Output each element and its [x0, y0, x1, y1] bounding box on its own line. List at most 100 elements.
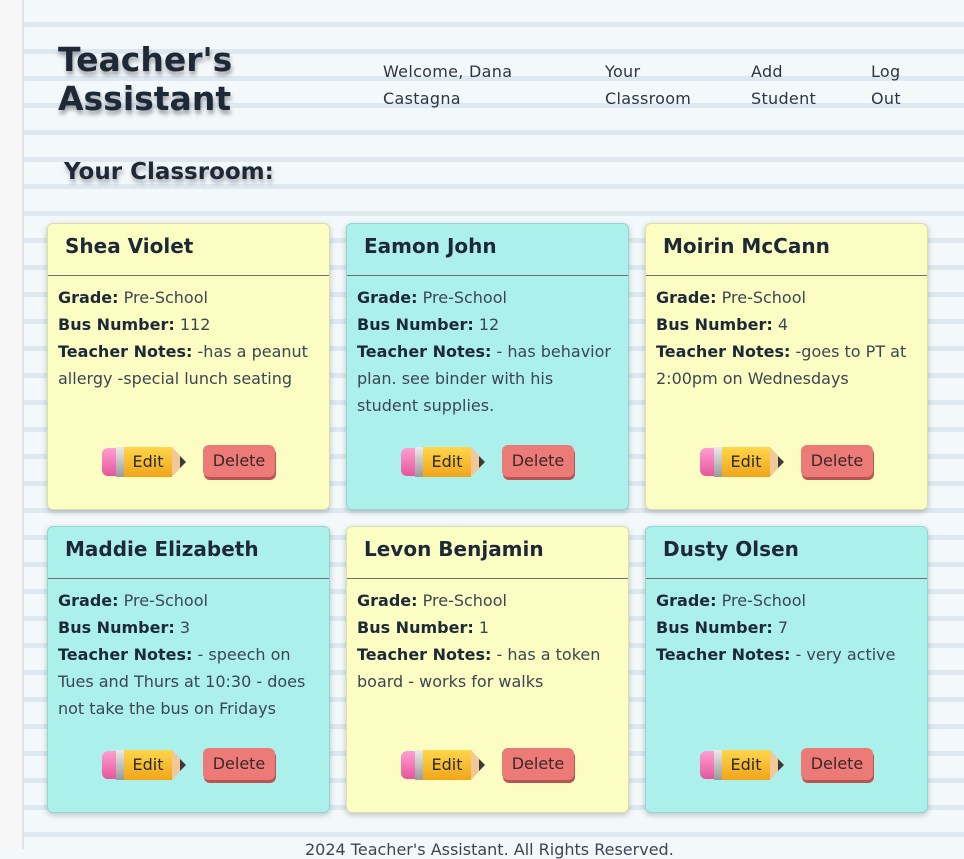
- edit-label: Edit: [423, 750, 471, 780]
- grade-row: Grade: Pre-School: [357, 587, 618, 614]
- student-card: Levon Benjamin Grade: Pre-School Bus Num…: [346, 526, 629, 813]
- grade-row: Grade: Pre-School: [58, 587, 319, 614]
- edit-button[interactable]: Edit: [401, 748, 485, 782]
- welcome-link[interactable]: Welcome, Dana Castagna: [383, 58, 533, 112]
- notes-label: Teacher Notes:: [357, 645, 492, 664]
- bus-row: Bus Number: 112: [58, 311, 319, 338]
- edit-label: Edit: [124, 750, 172, 780]
- notes-row: Teacher Notes: -has a peanut allergy -sp…: [58, 338, 319, 392]
- pencil-lead-icon: [778, 759, 784, 771]
- bus-label: Bus Number:: [58, 315, 175, 334]
- notebook-margin: [0, 0, 24, 849]
- student-name: Dusty Olsen: [646, 527, 927, 579]
- bus-label: Bus Number:: [656, 618, 773, 637]
- grade-row: Grade: Pre-School: [656, 284, 917, 311]
- delete-button[interactable]: Delete: [801, 748, 873, 780]
- grade-value: Pre-School: [422, 591, 507, 610]
- bus-row: Bus Number: 7: [656, 614, 917, 641]
- bus-label: Bus Number:: [357, 618, 474, 637]
- bus-row: Bus Number: 3: [58, 614, 319, 641]
- student-card: Maddie Elizabeth Grade: Pre-School Bus N…: [47, 526, 330, 813]
- card-actions: Edit Delete: [347, 445, 628, 479]
- notes-label: Teacher Notes:: [58, 645, 193, 664]
- bus-label: Bus Number:: [58, 618, 175, 637]
- grade-row: Grade: Pre-School: [656, 587, 917, 614]
- edit-button[interactable]: Edit: [700, 748, 784, 782]
- card-actions: Edit Delete: [48, 445, 329, 479]
- bus-value: 4: [777, 315, 789, 334]
- card-actions: Edit Delete: [347, 748, 628, 782]
- bus-label: Bus Number:: [656, 315, 773, 334]
- student-name: Levon Benjamin: [347, 527, 628, 579]
- grade-value: Pre-School: [721, 288, 806, 307]
- bus-row: Bus Number: 1: [357, 614, 618, 641]
- grade-label: Grade:: [357, 288, 418, 307]
- student-details: Grade: Pre-School Bus Number: 1 Teacher …: [347, 579, 628, 695]
- grade-value: Pre-School: [123, 288, 208, 307]
- edit-label: Edit: [722, 447, 770, 477]
- bus-value: 7: [777, 618, 789, 637]
- pencil-lead-icon: [479, 456, 485, 468]
- grade-value: Pre-School: [721, 591, 806, 610]
- pencil-lead-icon: [180, 456, 186, 468]
- student-name: Moirin McCann: [646, 224, 927, 276]
- delete-button[interactable]: Delete: [801, 445, 873, 477]
- app-title: Teacher's Assistant: [58, 40, 233, 118]
- bus-value: 12: [478, 315, 500, 334]
- student-name: Maddie Elizabeth: [48, 527, 329, 579]
- student-details: Grade: Pre-School Bus Number: 112 Teache…: [48, 276, 329, 392]
- footer-copyright: 2024 Teacher's Assistant. All Rights Res…: [305, 840, 674, 859]
- grade-label: Grade:: [656, 591, 717, 610]
- student-card: Moirin McCann Grade: Pre-School Bus Numb…: [645, 223, 928, 510]
- notes-row: Teacher Notes: -goes to PT at 2:00pm on …: [656, 338, 917, 392]
- student-card: Eamon John Grade: Pre-School Bus Number:…: [346, 223, 629, 510]
- notes-row: Teacher Notes: - has a token board - wor…: [357, 641, 618, 695]
- card-actions: Edit Delete: [646, 445, 927, 479]
- student-name: Eamon John: [347, 224, 628, 276]
- edit-label: Edit: [423, 447, 471, 477]
- edit-button[interactable]: Edit: [102, 748, 186, 782]
- grade-value: Pre-School: [422, 288, 507, 307]
- edit-button[interactable]: Edit: [401, 445, 485, 479]
- page-title: Your Classroom:: [64, 159, 274, 185]
- delete-button[interactable]: Delete: [203, 445, 275, 477]
- nav-log-out[interactable]: Log Out: [871, 58, 921, 112]
- delete-button[interactable]: Delete: [203, 748, 275, 780]
- delete-button[interactable]: Delete: [502, 748, 574, 780]
- grade-row: Grade: Pre-School: [357, 284, 618, 311]
- grade-label: Grade:: [58, 591, 119, 610]
- edit-button[interactable]: Edit: [102, 445, 186, 479]
- edit-button[interactable]: Edit: [700, 445, 784, 479]
- pencil-lead-icon: [778, 456, 784, 468]
- card-actions: Edit Delete: [646, 748, 927, 782]
- bus-row: Bus Number: 4: [656, 311, 917, 338]
- grade-label: Grade:: [357, 591, 418, 610]
- student-details: Grade: Pre-School Bus Number: 12 Teacher…: [347, 276, 628, 419]
- delete-button[interactable]: Delete: [502, 445, 574, 477]
- bus-value: 112: [179, 315, 211, 334]
- student-name: Shea Violet: [48, 224, 329, 276]
- notes-label: Teacher Notes:: [58, 342, 193, 361]
- grade-row: Grade: Pre-School: [58, 284, 319, 311]
- bus-label: Bus Number:: [357, 315, 474, 334]
- grade-value: Pre-School: [123, 591, 208, 610]
- student-card: Shea Violet Grade: Pre-School Bus Number…: [47, 223, 330, 510]
- notes-row: Teacher Notes: - has behavior plan. see …: [357, 338, 618, 419]
- notes-label: Teacher Notes:: [656, 645, 791, 664]
- student-details: Grade: Pre-School Bus Number: 3 Teacher …: [48, 579, 329, 722]
- notes-row: Teacher Notes: - speech on Tues and Thur…: [58, 641, 319, 722]
- student-details: Grade: Pre-School Bus Number: 7 Teacher …: [646, 579, 927, 668]
- bus-value: 1: [478, 618, 490, 637]
- nav-add-student[interactable]: Add Student: [751, 58, 831, 112]
- bus-value: 3: [179, 618, 191, 637]
- edit-label: Edit: [124, 447, 172, 477]
- card-actions: Edit Delete: [48, 748, 329, 782]
- edit-label: Edit: [722, 750, 770, 780]
- pencil-lead-icon: [479, 759, 485, 771]
- notes-label: Teacher Notes:: [656, 342, 791, 361]
- notes-row: Teacher Notes: - very active: [656, 641, 917, 668]
- grade-label: Grade:: [58, 288, 119, 307]
- grade-label: Grade:: [656, 288, 717, 307]
- student-card: Dusty Olsen Grade: Pre-School Bus Number…: [645, 526, 928, 813]
- nav-your-classroom[interactable]: Your Classroom: [605, 58, 705, 112]
